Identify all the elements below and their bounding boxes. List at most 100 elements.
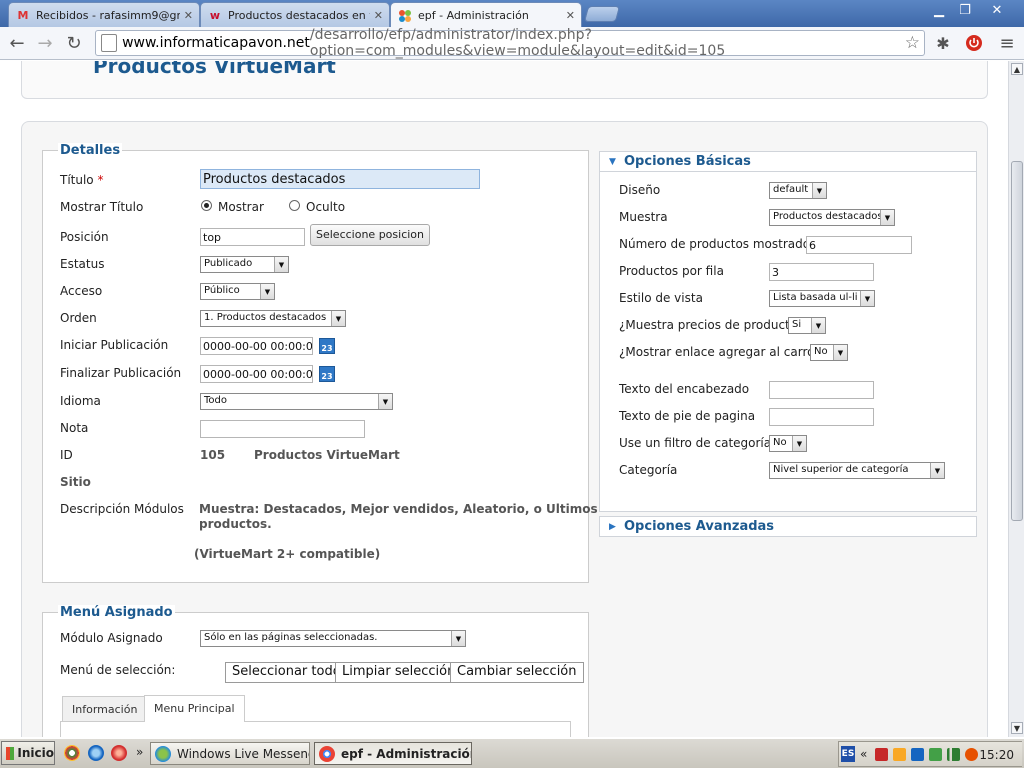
muestra-select[interactable]: Productos destacados ▼ — [769, 209, 895, 226]
tab-epf-admin[interactable]: epf - Administración ✕ — [390, 2, 582, 28]
tab-productos[interactable]: w Productos destacados en virtu ✕ — [200, 2, 390, 27]
scroll-up-icon[interactable]: ▲ — [1011, 63, 1023, 75]
update-icon[interactable] — [965, 748, 978, 761]
nota-input[interactable] — [200, 420, 365, 438]
encabezado-label: Texto del encabezado — [619, 382, 750, 396]
tab-informacion[interactable]: Información — [62, 696, 148, 721]
advanced-options-header[interactable]: ▶ Opciones Avanzadas — [599, 516, 977, 537]
posicion-input[interactable]: top — [200, 228, 305, 246]
filtro-categoria-select[interactable]: No ▼ — [769, 435, 807, 452]
menu-tab-panel — [60, 721, 571, 737]
tab-menu-principal[interactable]: Menu Principal — [144, 695, 245, 722]
clear-selection-button[interactable]: Limpiar selección — [335, 662, 463, 683]
close-icon[interactable]: ✕ — [184, 9, 193, 22]
language-indicator[interactable]: ES — [841, 746, 855, 762]
chevron-down-icon: ▼ — [860, 291, 874, 306]
iniciar-label: Iniciar Publicación — [60, 338, 169, 352]
signal-icon[interactable] — [947, 748, 960, 761]
acceso-select[interactable]: Público ▼ — [200, 283, 275, 300]
encabezado-input[interactable] — [769, 381, 874, 399]
page-icon — [101, 34, 118, 52]
advanced-options-title: Opciones Avanzadas — [624, 519, 775, 534]
idioma-select[interactable]: Todo ▼ — [200, 393, 393, 410]
details-legend: Detalles — [58, 143, 123, 158]
address-bar[interactable]: www.informaticapavon.net/desarrollo/efp/… — [95, 27, 925, 59]
orden-select[interactable]: 1. Productos destacados ▼ — [200, 310, 346, 327]
system-tray: ES « 15:20 — [838, 741, 1022, 767]
categoria-select[interactable]: Nivel superior de categoría ▼ — [769, 462, 945, 479]
tray-expand-chevron[interactable]: « — [860, 747, 867, 761]
browser-tab-strip: M Recibidos - rafasimm9@gmail. ✕ w Produ… — [0, 0, 1024, 28]
extension-power-icon[interactable] — [963, 32, 985, 54]
quicklaunch-chevron[interactable]: » — [136, 745, 143, 759]
oculto-radio[interactable] — [289, 200, 300, 211]
chrome-quicklaunch-icon[interactable] — [64, 745, 80, 761]
diseno-select[interactable]: default ▼ — [769, 182, 827, 199]
titulo-input[interactable]: Productos destacados — [200, 169, 480, 189]
flash-quicklaunch-icon[interactable] — [111, 745, 127, 761]
select-all-button[interactable]: Seleccionar todo — [225, 662, 348, 683]
estatus-select[interactable]: Publicado ▼ — [200, 256, 289, 273]
restore-icon[interactable]: ❐ — [952, 1, 978, 19]
modulo-asignado-select[interactable]: Sólo en las páginas seleccionadas. ▼ — [200, 630, 466, 647]
filtro-categoria-value: No — [773, 437, 787, 448]
close-icon[interactable]: ✕ — [566, 9, 575, 22]
carro-select[interactable]: No ▼ — [810, 344, 848, 361]
bookmark-star-icon[interactable]: ☆ — [905, 33, 920, 53]
iniciar-input[interactable]: 0000-00-00 00:00:00 — [200, 337, 313, 355]
ie-quicklaunch-icon[interactable] — [88, 745, 104, 761]
back-icon[interactable]: ← — [6, 32, 28, 54]
security-shield-icon[interactable] — [893, 748, 906, 761]
taskbar-chrome-window[interactable]: epf - Administración -... — [314, 742, 472, 765]
select-position-button[interactable]: Seleccione posicion — [310, 224, 430, 246]
page-scrollbar[interactable]: ▲ ▼ — [1008, 61, 1024, 737]
descripcion-line1: Muestra: Destacados, Mejor vendidos, Ale… — [199, 502, 598, 516]
acceso-value: Público — [204, 285, 240, 296]
calendar-icon[interactable]: 23 — [319, 366, 335, 382]
carro-value: No — [814, 346, 828, 357]
extension-bug-icon[interactable]: ✱ — [932, 32, 954, 54]
id-label: ID — [60, 448, 73, 462]
chevron-down-icon: ▼ — [274, 257, 288, 272]
menu-wrench-icon[interactable]: ≡ — [996, 32, 1018, 54]
precios-select[interactable]: Si ▼ — [788, 317, 826, 334]
id-module-name: Productos VirtueMart — [254, 448, 400, 462]
new-tab-button[interactable] — [583, 6, 621, 22]
chevron-down-icon: ▼ — [930, 463, 944, 478]
close-icon[interactable]: ✕ — [374, 9, 383, 22]
gmail-icon: M — [17, 8, 29, 22]
taskbar-messenger[interactable]: Windows Live Messenger — [150, 742, 310, 765]
taskbar-item-label: epf - Administración -... — [341, 746, 472, 761]
productos-fila-input[interactable]: 3 — [769, 263, 874, 281]
nota-label: Nota — [60, 421, 89, 435]
basic-options-header[interactable]: ▼ Opciones Básicas — [599, 151, 977, 172]
scroll-thumb[interactable] — [1011, 161, 1023, 521]
reload-icon[interactable]: ↻ — [63, 32, 85, 54]
finalizar-input[interactable]: 0000-00-00 00:00:00 — [200, 365, 313, 383]
network-icon[interactable] — [911, 748, 924, 761]
mostrar-radio[interactable] — [201, 200, 212, 211]
estilo-vista-select[interactable]: Lista basada ul-li ▼ — [769, 290, 875, 307]
tab-gmail[interactable]: M Recibidos - rafasimm9@gmail. ✕ — [8, 2, 200, 27]
pie-pagina-input[interactable] — [769, 408, 874, 426]
posicion-label: Posición — [60, 230, 109, 244]
window-close-icon[interactable]: ✕ — [984, 1, 1010, 19]
scroll-down-icon[interactable]: ▼ — [1011, 722, 1023, 734]
start-button[interactable]: Inicio — [1, 741, 55, 765]
finalizar-label: Finalizar Publicación — [60, 366, 182, 380]
chevron-down-icon: ▼ — [451, 631, 465, 646]
menu-seleccion-label: Menú de selección: — [60, 663, 176, 677]
idioma-value: Todo — [204, 395, 227, 406]
messenger-tray-icon[interactable] — [929, 748, 942, 761]
forward-icon[interactable]: → — [34, 32, 56, 54]
chevron-down-icon: ▼ — [378, 394, 392, 409]
titulo-label: Título * — [60, 173, 104, 187]
idioma-label: Idioma — [60, 394, 101, 408]
mostrar-option-label: Mostrar — [218, 200, 264, 214]
filtro-categoria-label: Use un filtro de categoría — [619, 436, 772, 450]
antivirus-icon[interactable] — [875, 748, 888, 761]
numero-productos-input[interactable]: 6 — [806, 236, 912, 254]
toggle-selection-button[interactable]: Cambiar selección — [450, 662, 584, 683]
calendar-icon[interactable]: 23 — [319, 338, 335, 354]
minimize-icon[interactable]: ▁ — [926, 1, 952, 19]
